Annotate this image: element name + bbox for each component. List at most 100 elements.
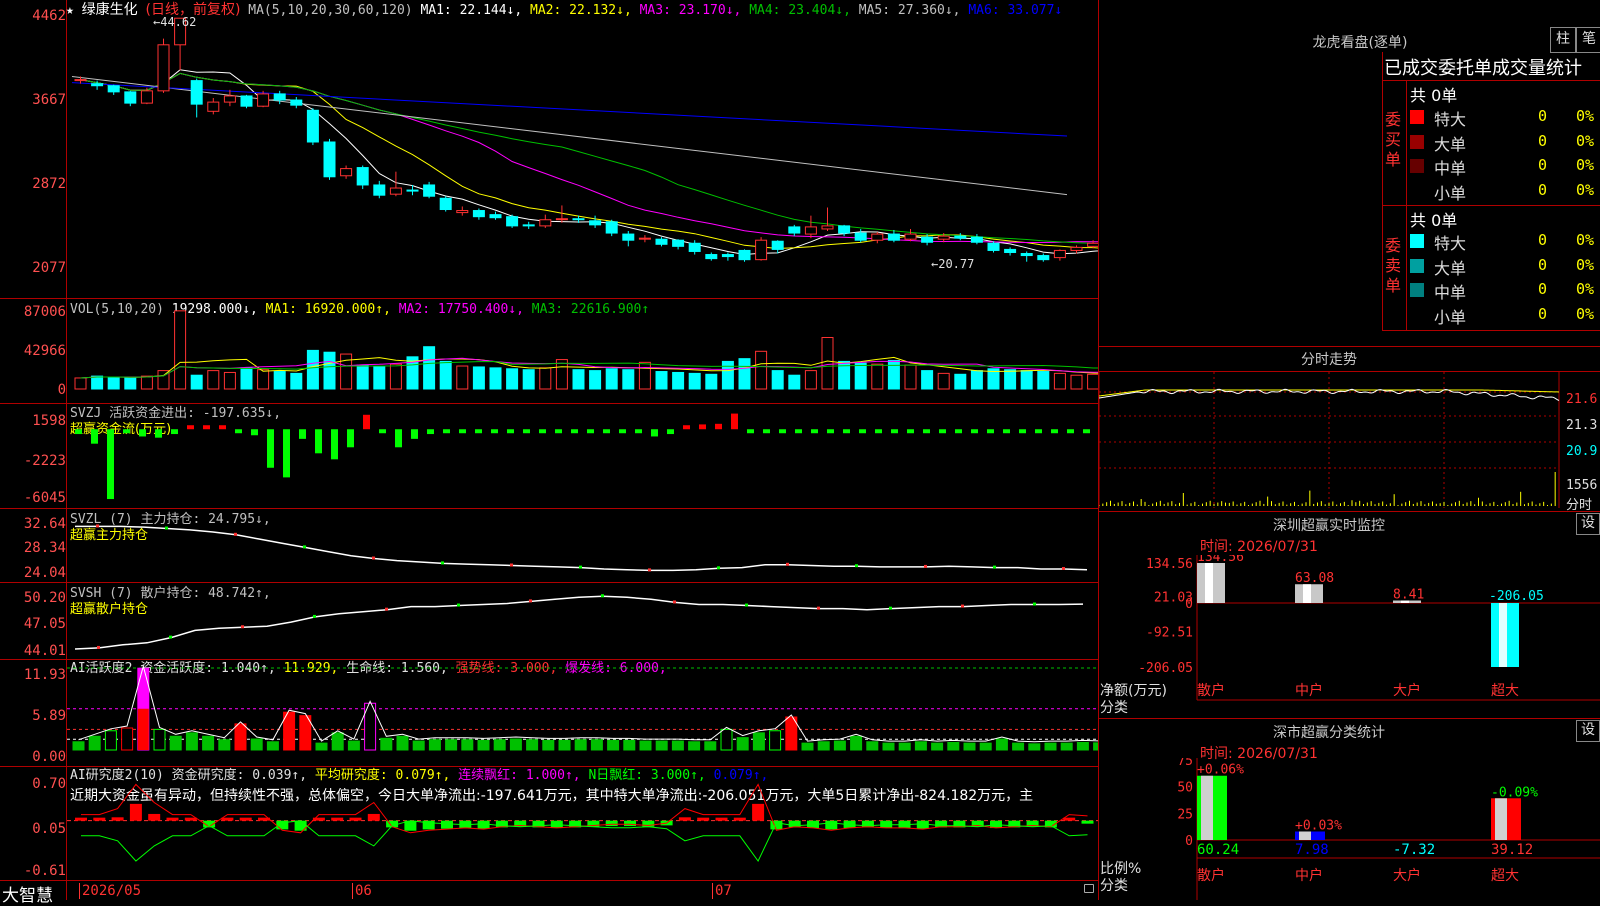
ai1-chart[interactable] <box>67 660 1098 766</box>
flow-bar <box>299 429 306 439</box>
holding-mark <box>889 606 892 610</box>
bar-view-button[interactable]: 柱 <box>1550 27 1576 53</box>
svzj-y-axis: 1598 -2223 -6045 <box>0 403 66 508</box>
candle-body <box>356 167 369 186</box>
svzj-chart[interactable] <box>67 404 1098 508</box>
research-bar <box>129 803 142 821</box>
candle-body <box>439 197 452 211</box>
intraday-chart[interactable] <box>1099 372 1600 508</box>
flow-bar <box>1067 429 1074 434</box>
activity-bar <box>1044 742 1057 751</box>
order-pct: 0% <box>1576 107 1595 125</box>
ma5-line <box>71 76 1068 196</box>
holding-mark <box>924 564 927 568</box>
activity-bar <box>558 739 571 751</box>
svzl-chart[interactable] <box>67 509 1098 582</box>
research-bar <box>624 820 636 827</box>
volume-bar <box>1070 374 1083 390</box>
flow-bar <box>315 429 322 454</box>
volume-bar <box>1053 372 1066 390</box>
order-pct: 0% <box>1576 131 1595 150</box>
holding-mark <box>817 606 820 610</box>
y-tick: 44.01 <box>23 643 66 659</box>
volume-bar <box>489 367 502 390</box>
line-view-button[interactable]: 笔 <box>1576 27 1600 53</box>
y-tick: 87006 <box>23 304 66 320</box>
intraday-tick: 21.6 <box>1566 392 1598 407</box>
sz-class-chart[interactable]: 75 50 25 0 +0.06% 60.24 散户 +0.03% 7.98 中户 -7.32 大户 -… <box>1099 758 1600 900</box>
intraday-tick: 20.9 <box>1566 444 1598 459</box>
research-bar <box>75 817 87 821</box>
buy-row: 大单 0 0% <box>1408 130 1600 154</box>
candle-body <box>555 218 568 221</box>
order-pct: 0% <box>1576 156 1595 174</box>
holding-line <box>75 525 1088 572</box>
volume-bar <box>821 337 834 390</box>
y-tick: 2077 <box>32 260 66 276</box>
y-tick: -6045 <box>23 490 66 506</box>
volume-bar <box>1037 371 1050 390</box>
holding-mark <box>961 604 964 608</box>
order-size-label: 特大 <box>1434 234 1467 253</box>
volume-bar <box>688 372 701 390</box>
sz-monitor-chart[interactable]: 134.5621.030-92.51-206.05134.56散户63.08中户… <box>1099 555 1600 715</box>
longhu-col-divider <box>1406 80 1407 330</box>
szc-category-label: 大户 <box>1393 867 1421 884</box>
flow-bar <box>955 429 962 434</box>
research-bar <box>148 813 161 821</box>
volume-chart[interactable] <box>67 299 1098 403</box>
order-size-label: 中单 <box>1434 283 1467 302</box>
volume-bar <box>655 371 668 390</box>
volume-bar <box>921 370 934 390</box>
szm-y-tick: 0 <box>1185 597 1193 612</box>
szm-category-label: 大户 <box>1393 682 1421 699</box>
candle-body <box>638 237 651 240</box>
volume-bar <box>804 370 817 390</box>
y-tick: -0.61 <box>23 863 66 879</box>
research-bar <box>916 820 929 829</box>
order-pct: 0% <box>1576 280 1595 298</box>
flow-bar <box>91 429 98 444</box>
research-bar <box>770 820 783 830</box>
lock-icon[interactable] <box>1084 884 1094 893</box>
svsh-chart[interactable] <box>67 583 1098 659</box>
holding-mark <box>385 607 388 611</box>
volume-bar <box>323 351 336 390</box>
holding-mark <box>510 563 513 567</box>
flow-bar <box>827 429 834 434</box>
volume-bar <box>522 369 535 390</box>
activity-bar <box>1028 743 1041 751</box>
activity-bar <box>266 741 279 751</box>
volume-bar <box>1087 373 1098 390</box>
longhu-section-divider <box>1382 80 1600 81</box>
flow-bar <box>619 429 626 434</box>
holding-mark <box>745 603 748 607</box>
szc-pct-label: +0.03% <box>1295 818 1342 833</box>
sz-class-settings-button[interactable]: 设 <box>1576 720 1600 742</box>
volume-bar <box>887 359 900 390</box>
flow-bar <box>267 429 274 468</box>
candle-body <box>572 218 585 221</box>
order-count: 0 <box>1538 156 1548 174</box>
sz-monitor-settings-button[interactable]: 设 <box>1576 513 1600 535</box>
candle-body <box>124 91 137 104</box>
ai2-chart[interactable] <box>67 767 1098 880</box>
holding-mark <box>241 625 244 629</box>
panel-separator <box>0 880 1098 881</box>
volume-bar <box>439 360 452 390</box>
volume-bar <box>721 360 734 390</box>
volume-bar <box>472 366 485 390</box>
color-swatch <box>1410 307 1424 322</box>
volume-bar <box>273 371 286 390</box>
candle-body <box>589 220 602 226</box>
research-bar <box>111 817 124 821</box>
y-tick: 4462 <box>32 8 66 24</box>
order-size-label: 特大 <box>1434 110 1467 129</box>
flow-bar <box>347 429 354 448</box>
candlestick-chart[interactable]: ←44.62 ←20.77 <box>67 0 1098 298</box>
order-size-label: 大单 <box>1434 134 1467 154</box>
activity-bar <box>963 742 976 751</box>
flow-bar <box>635 429 642 434</box>
svzl-y-axis: 32.64 28.34 24.04 <box>0 508 66 582</box>
research-bar <box>367 813 380 821</box>
